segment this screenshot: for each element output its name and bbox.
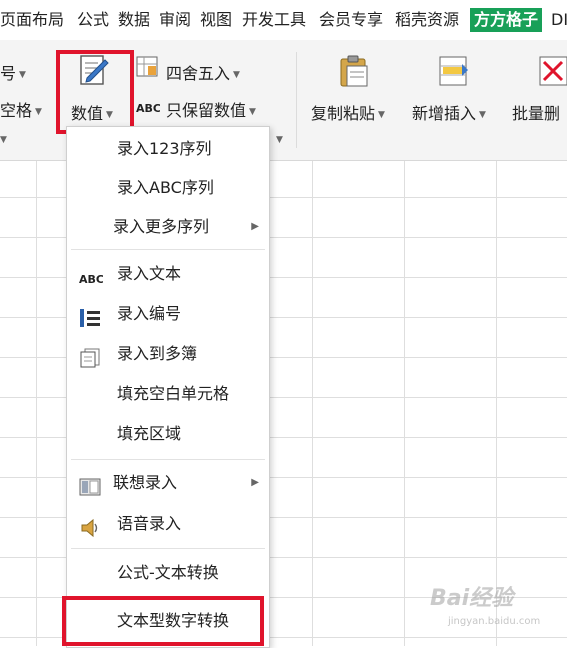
tab-fangfang-gezi[interactable]: 方方格子: [470, 8, 543, 32]
chevron-down-icon: ▼: [35, 106, 42, 117]
numbered-list-icon: [79, 304, 101, 327]
menu-item-input-abc-sequence[interactable]: 录入ABC序列: [67, 169, 269, 207]
chevron-right-icon: ▶: [251, 477, 259, 488]
abc-text-icon: ABC: [136, 97, 161, 117]
menu-item-label: 公式-文本转换: [117, 563, 219, 582]
highlight-box-text-number: [62, 596, 264, 646]
menu-item-label: 录入到多簿: [117, 344, 198, 363]
menu-item-fill-blank-cells[interactable]: 填充空白单元格: [67, 375, 269, 413]
svg-text:ABC: ABC: [136, 102, 160, 115]
new-insert-button-label: 新增插入: [412, 104, 477, 123]
ribbon-separator: [296, 52, 297, 148]
chevron-right-icon: ▶: [251, 221, 259, 232]
tab-page-layout[interactable]: 页面布局: [0, 9, 64, 31]
tab-member[interactable]: 会员专享: [319, 9, 383, 31]
tab-review[interactable]: 审阅: [159, 9, 191, 31]
chevron-down-icon: ▼: [233, 69, 240, 80]
chevron-down-icon[interactable]: ▼: [0, 135, 7, 145]
tab-di[interactable]: DI: [551, 9, 567, 31]
new-insert-button[interactable]: 新增插入 ▼: [412, 100, 486, 124]
menu-separator: [71, 459, 265, 460]
menu-item-label: 录入更多序列: [113, 217, 210, 236]
menu-item-label: 联想录入: [113, 473, 178, 492]
menu-item-label: 语音录入: [117, 514, 182, 533]
tab-developer[interactable]: 开发工具: [242, 9, 306, 31]
chevron-down-icon: ▼: [479, 109, 486, 120]
batch-delete-button[interactable]: 批量删: [512, 100, 560, 124]
ribbon-partial-item-1[interactable]: 号 ▼: [0, 60, 26, 84]
copy-paste-button-label: 复制粘贴: [311, 104, 376, 123]
menu-item-label: 填充区域: [117, 424, 182, 443]
menu-item-more-sequences[interactable]: 录入更多序列 ▶: [67, 208, 269, 246]
keep-values-button-label: 只保留数值: [166, 101, 247, 120]
tab-formulas[interactable]: 公式: [77, 9, 109, 31]
chevron-down-icon: ▼: [19, 69, 26, 80]
menu-item-input-multi-workbook[interactable]: 录入到多簿: [67, 335, 269, 373]
copy-paste-button[interactable]: 复制粘贴 ▼: [311, 100, 385, 124]
menu-separator: [71, 548, 265, 549]
clipboard-icon: [338, 54, 370, 88]
menu-item-voice-input[interactable]: 语音录入: [67, 505, 269, 543]
keep-values-button[interactable]: 只保留数值 ▼: [166, 97, 256, 121]
menu-item-label: 录入123序列: [117, 139, 212, 158]
watermark-logo: Bai经验: [430, 586, 514, 611]
batch-delete-button-label: 批量删: [512, 104, 561, 123]
insert-icon: [438, 54, 470, 88]
menu-item-fill-area[interactable]: 填充区域: [67, 415, 269, 453]
abc-text-icon: ABC: [79, 264, 104, 286]
batch-delete-icon: [538, 54, 567, 88]
chevron-down-icon: ▼: [249, 106, 256, 117]
tab-data[interactable]: 数据: [118, 9, 150, 31]
watermark-url: jingyan.baidu.com: [448, 616, 541, 627]
ribbon-partial-label-1: 号: [0, 64, 17, 83]
ribbon-partial-label-2: 空格: [0, 101, 33, 120]
menu-item-input-123-sequence[interactable]: 录入123序列: [67, 130, 269, 168]
menu-item-label: 填充空白单元格: [117, 384, 230, 403]
round-icon: [136, 56, 160, 78]
ribbon-tab-bar: 页面布局 公式 数据 审阅 视图 开发工具 会员专享 稻壳资源 方方格子 DI: [0, 0, 567, 40]
menu-item-label: 录入ABC序列: [117, 178, 214, 197]
round-button[interactable]: 四舍五入 ▼: [166, 60, 240, 84]
menu-item-formula-text-convert[interactable]: 公式-文本转换: [67, 554, 269, 592]
menu-item-input-numbering[interactable]: 录入编号: [67, 295, 269, 333]
menu-item-input-text[interactable]: ABC 录入文本: [67, 255, 269, 293]
highlight-box-numeric: [56, 50, 134, 134]
chevron-down-icon[interactable]: ▼: [276, 135, 283, 145]
menu-item-associative-input[interactable]: 联想录入 ▶: [67, 464, 269, 502]
speaker-icon: [79, 514, 101, 538]
numeric-dropdown-menu: 录入123序列 录入ABC序列 录入更多序列 ▶ ABC 录入文本 录入编号 录…: [66, 126, 270, 648]
menu-separator: [71, 249, 265, 250]
tab-docer[interactable]: 稻壳资源: [395, 9, 459, 31]
menu-item-label: 录入文本: [117, 264, 182, 283]
menu-item-label: 录入编号: [117, 304, 182, 323]
round-button-label: 四舍五入: [166, 64, 231, 83]
svg-text:ABC: ABC: [79, 273, 103, 286]
ribbon-partial-item-2[interactable]: 空格 ▼: [0, 97, 42, 121]
panel-icon: [79, 473, 101, 496]
documents-icon: [79, 344, 101, 368]
tab-view[interactable]: 视图: [200, 9, 232, 31]
chevron-down-icon: ▼: [378, 109, 385, 120]
